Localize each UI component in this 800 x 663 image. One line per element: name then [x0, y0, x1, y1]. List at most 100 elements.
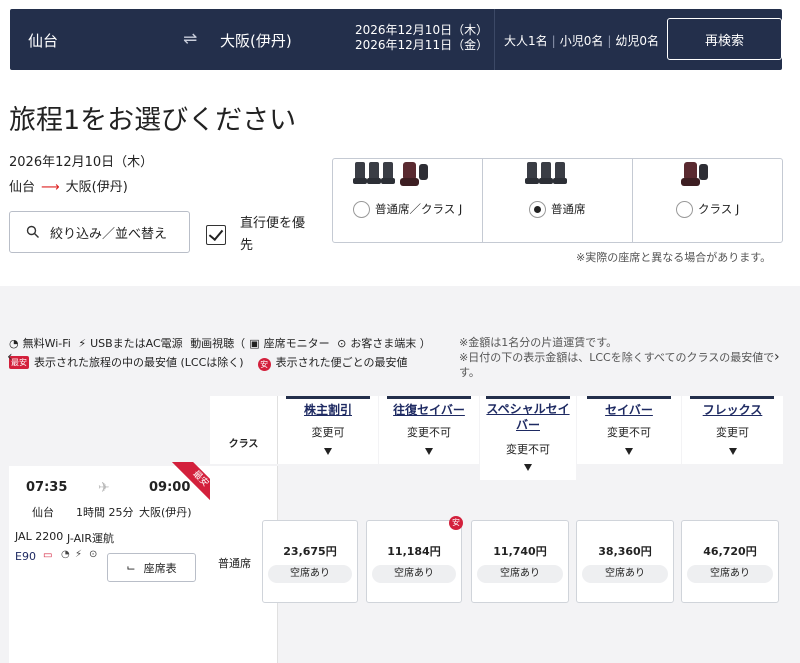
- fare-name[interactable]: フレックス: [682, 401, 783, 418]
- fare-header-bar: [587, 396, 671, 399]
- seat-option-classj-radio[interactable]: [676, 201, 693, 218]
- ribbon-label: 最安: [169, 462, 213, 506]
- class-label: 普通席: [218, 557, 251, 570]
- fare-change: 変更不可: [506, 443, 550, 456]
- seat-map-button[interactable]: ⌙ 座席表: [107, 553, 196, 582]
- fare-name[interactable]: 株主割引: [278, 401, 378, 418]
- seat-map-label: 座席表: [143, 561, 177, 575]
- availability: 空席あり: [687, 565, 773, 583]
- divider: [494, 9, 495, 70]
- selected-date: 2026年12月10日（木）: [9, 155, 154, 170]
- availability: 空席あり: [582, 565, 668, 583]
- wifi-label: 無料Wi-Fi: [22, 337, 71, 350]
- fare-cell-1[interactable]: 安 11,184円 空席あり: [366, 516, 463, 603]
- fare-cell-0[interactable]: 23,675円 空席あり: [262, 520, 358, 603]
- route-arrow-icon: ⟶: [41, 180, 60, 195]
- fare-price: 11,740円: [493, 545, 547, 558]
- lowest-flight-label: 表示された便ごとの最安値: [275, 356, 408, 369]
- infant-count: 幼児0名: [615, 34, 660, 48]
- departure-airport: 仙台: [32, 506, 54, 519]
- fare-header-3[interactable]: セイバー 変更不可: [577, 396, 681, 464]
- filter-sort-label: 絞り込み／並べ替え: [50, 226, 168, 242]
- power-icon: ⚡: [78, 337, 87, 350]
- power-icon: ⚡: [75, 549, 83, 560]
- nonstop-checkbox[interactable]: [206, 225, 226, 245]
- seat-option-economy-radio[interactable]: [529, 201, 546, 218]
- flight-duration: 1時間 25分: [76, 506, 134, 519]
- fare-note-2: ※日付の下の表示金額は、LCCを除くすべてのクラスの最安値です。: [459, 351, 775, 379]
- fare-header-2[interactable]: スペシャルセイバー 変更不可: [480, 396, 576, 480]
- seat-note: ※実際の座席と異なる場合があります。: [576, 251, 772, 264]
- child-count: 小児0名: [559, 34, 604, 48]
- fare-header-bar: [387, 396, 471, 399]
- search-icon: [26, 225, 39, 238]
- fare-notes: ※金額は1名分の片道運賃です。 ※日付の下の表示金額は、LCCを除くすべてのクラ…: [459, 335, 779, 380]
- power-label: USBまたはAC電源: [90, 337, 183, 350]
- fare-header-bar: [486, 396, 570, 399]
- filter-sort-button[interactable]: 絞り込み／並べ替え: [9, 211, 190, 253]
- seat-type-selector: 普通席／クラス J 普通席 クラス J: [332, 158, 783, 243]
- caret-down-icon[interactable]: [625, 448, 633, 455]
- swap-arrows-icon: ⇌: [183, 29, 198, 49]
- caret-down-icon[interactable]: [324, 448, 332, 455]
- aircraft-type[interactable]: E90: [15, 550, 36, 563]
- seat-icon: ▭: [43, 550, 53, 561]
- chevron-left-icon[interactable]: ‹: [7, 349, 13, 365]
- availability: 空席あり: [477, 565, 563, 583]
- economy-seats-icon: [525, 162, 567, 184]
- arrival-city: 大阪(伊丹): [220, 32, 292, 50]
- seat-option-classj[interactable]: クラス J: [633, 159, 782, 242]
- chevron-right-icon[interactable]: ›: [774, 349, 780, 365]
- cheap-icon: 安: [449, 516, 463, 530]
- seat-option-both-radio[interactable]: [353, 201, 370, 218]
- caret-down-icon[interactable]: [728, 448, 737, 455]
- device-label: お客さま端末 ）: [350, 337, 431, 350]
- airplane-icon: ✈: [98, 480, 110, 496]
- fare-price: 46,720円: [703, 545, 757, 558]
- travel-dates: 2026年12月10日（木） 2026年12月11日（金）: [355, 23, 489, 53]
- nonstop-label: 直行便を優先: [240, 216, 306, 253]
- route-to: 大阪(伊丹): [65, 180, 128, 195]
- fare-header-bar: [690, 396, 774, 399]
- fare-header-0[interactable]: 株主割引 変更可: [278, 396, 378, 464]
- fare-name[interactable]: スペシャルセイバー: [480, 401, 576, 433]
- seat-option-both[interactable]: 普通席／クラス J: [333, 159, 483, 242]
- device-icon: ⊙: [337, 337, 347, 350]
- seat-option-economy-label: 普通席: [551, 202, 586, 216]
- return-date: 2026年12月11日（金）: [355, 38, 489, 52]
- caret-down-icon[interactable]: [524, 464, 532, 471]
- page-title: 旅程1をお選びください: [9, 105, 297, 136]
- fare-cell-2[interactable]: 11,740円 空席あり: [471, 520, 569, 603]
- fare-header-bar: [286, 396, 370, 399]
- caret-down-icon[interactable]: [425, 448, 433, 455]
- route-from: 仙台: [9, 180, 36, 195]
- lowest-price-ribbon: 最安: [169, 462, 213, 506]
- fare-name[interactable]: セイバー: [577, 401, 681, 418]
- lowest-trip-label: 表示された旅程の中の最安値 (LCCは除く): [34, 356, 244, 369]
- seat-option-both-label: 普通席／クラス J: [375, 202, 463, 216]
- fare-note-1: ※金額は1名分の片道運賃です。: [459, 336, 618, 349]
- research-button[interactable]: 再検索: [667, 18, 782, 60]
- fare-cell-3[interactable]: 38,360円 空席あり: [576, 520, 674, 603]
- adult-count: 大人1名: [504, 34, 548, 48]
- availability: 空席あり: [268, 565, 352, 583]
- fare-price: 11,184円: [387, 545, 441, 558]
- classj-seat-icon: [681, 162, 708, 186]
- fare-header-1[interactable]: 往復セイバー 変更不可: [379, 396, 479, 464]
- outbound-date: 2026年12月10日（木）: [355, 23, 489, 37]
- fare-header-4[interactable]: フレックス 変更可: [682, 396, 783, 464]
- fare-cell-4[interactable]: 46,720円 空席あり: [681, 520, 779, 603]
- video-label: 動画視聴（: [190, 337, 246, 350]
- search-summary-bar: 仙台 ⇌ 大阪(伊丹) 2026年12月10日（木） 2026年12月11日（金…: [10, 9, 782, 70]
- fare-name[interactable]: 往復セイバー: [379, 401, 479, 418]
- wifi-icon: ◔: [61, 549, 70, 560]
- video-icon: ⊙: [89, 549, 98, 560]
- arrival-airport: 大阪(伊丹): [139, 506, 192, 519]
- seat-option-economy[interactable]: 普通席: [483, 159, 633, 242]
- fare-price: 38,360円: [598, 545, 652, 558]
- availability: 空席あり: [372, 565, 456, 583]
- passenger-counts: 大人1名 | 小児0名 | 幼児0名: [504, 34, 660, 48]
- flight-number: JAL 2200: [15, 530, 64, 543]
- monitor-icon: ▣: [249, 337, 260, 350]
- price-legend: 最安 表示された旅程の中の最安値 (LCCは除く) 安表示された便ごとの最安値: [9, 354, 407, 371]
